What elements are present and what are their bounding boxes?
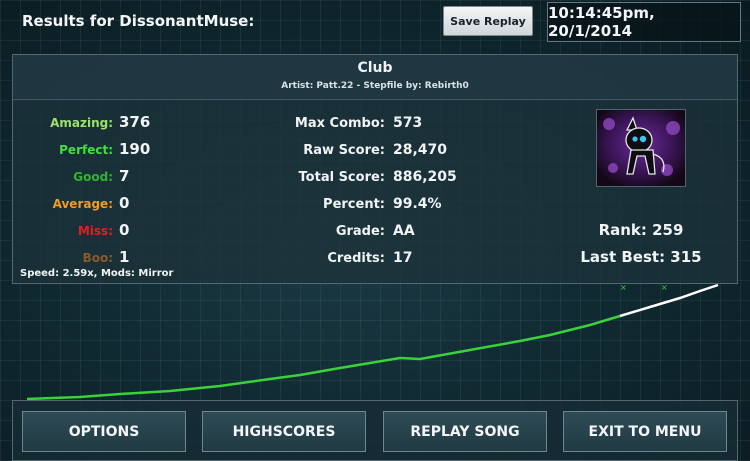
judgement-average: Average: 0 [13, 194, 130, 214]
judgement-value: 1 [119, 248, 130, 266]
judgement-label: Perfect: [59, 143, 113, 157]
song-title: Club [357, 60, 393, 76]
replay-song-button[interactable]: REPLAY SONG [383, 411, 547, 452]
judgement-amazing: Amazing: 376 [13, 113, 150, 133]
stat-percent: Percent: 99.4% [265, 196, 442, 216]
stat-label: Percent: [323, 197, 385, 212]
judgement-label: Average: [52, 197, 113, 211]
judgement-label: Good: [73, 170, 113, 184]
judgement-perfect: Perfect: 190 [13, 140, 150, 160]
judgement-value: 376 [119, 113, 151, 131]
options-button[interactable]: OPTIONS [22, 411, 186, 452]
results-panel: Club Artist: Patt.22 - Stepfile by: Rebi… [12, 54, 738, 284]
stat-label: Total Score: [298, 170, 385, 185]
judgement-value: 0 [119, 194, 130, 212]
stat-credits: Credits: 17 [265, 250, 412, 270]
judgement-good: Good: 7 [13, 167, 129, 187]
graph-marker: × [661, 283, 668, 292]
stat-value: 886,205 [393, 169, 457, 185]
judgement-value: 7 [119, 167, 130, 185]
stat-value: 17 [393, 250, 413, 266]
song-header: Club Artist: Patt.22 - Stepfile by: Rebi… [13, 55, 737, 100]
pony-avatar-icon [596, 109, 686, 187]
stat-grade: Grade: AA [265, 223, 415, 243]
judgement-value: 0 [119, 221, 130, 239]
graph-marker: × [620, 283, 627, 292]
song-meta: Artist: Patt.22 - Stepfile by: Rebirth0 [281, 81, 469, 91]
judgement-label: Boo: [82, 251, 113, 265]
stat-total-score: Total Score: 886,205 [265, 169, 457, 189]
judgement-boo: Boo: 1 [13, 248, 130, 268]
speed-mods: Speed: 2.59x, Mods: Mirror [20, 268, 174, 279]
stat-label: Grade: [335, 224, 385, 239]
stat-label: Raw Score: [303, 143, 385, 158]
stat-value: 573 [393, 115, 423, 131]
judgement-label: Miss: [77, 224, 113, 238]
judgement-value: 190 [119, 140, 151, 158]
score-graph-white-line [619, 283, 719, 318]
stat-label: Credits: [327, 251, 385, 266]
judgement-miss: Miss: 0 [13, 221, 130, 241]
stat-label: Max Combo: [294, 116, 385, 131]
last-best-text: Last Best: 315 [580, 248, 702, 266]
stat-raw-score: Raw Score: 28,470 [265, 142, 447, 162]
highscores-button[interactable]: HIGHSCORES [202, 411, 366, 452]
stat-value: 28,470 [393, 142, 448, 158]
score-graph-green-line [26, 314, 621, 401]
exit-to-menu-button[interactable]: EXIT TO MENU [563, 411, 727, 452]
rank-text: Rank: 259 [598, 221, 684, 239]
stat-max-combo: Max Combo: 573 [265, 115, 422, 135]
stat-value: AA [393, 223, 415, 239]
stat-value: 99.4% [393, 196, 442, 212]
judgement-label: Amazing: [50, 116, 113, 130]
